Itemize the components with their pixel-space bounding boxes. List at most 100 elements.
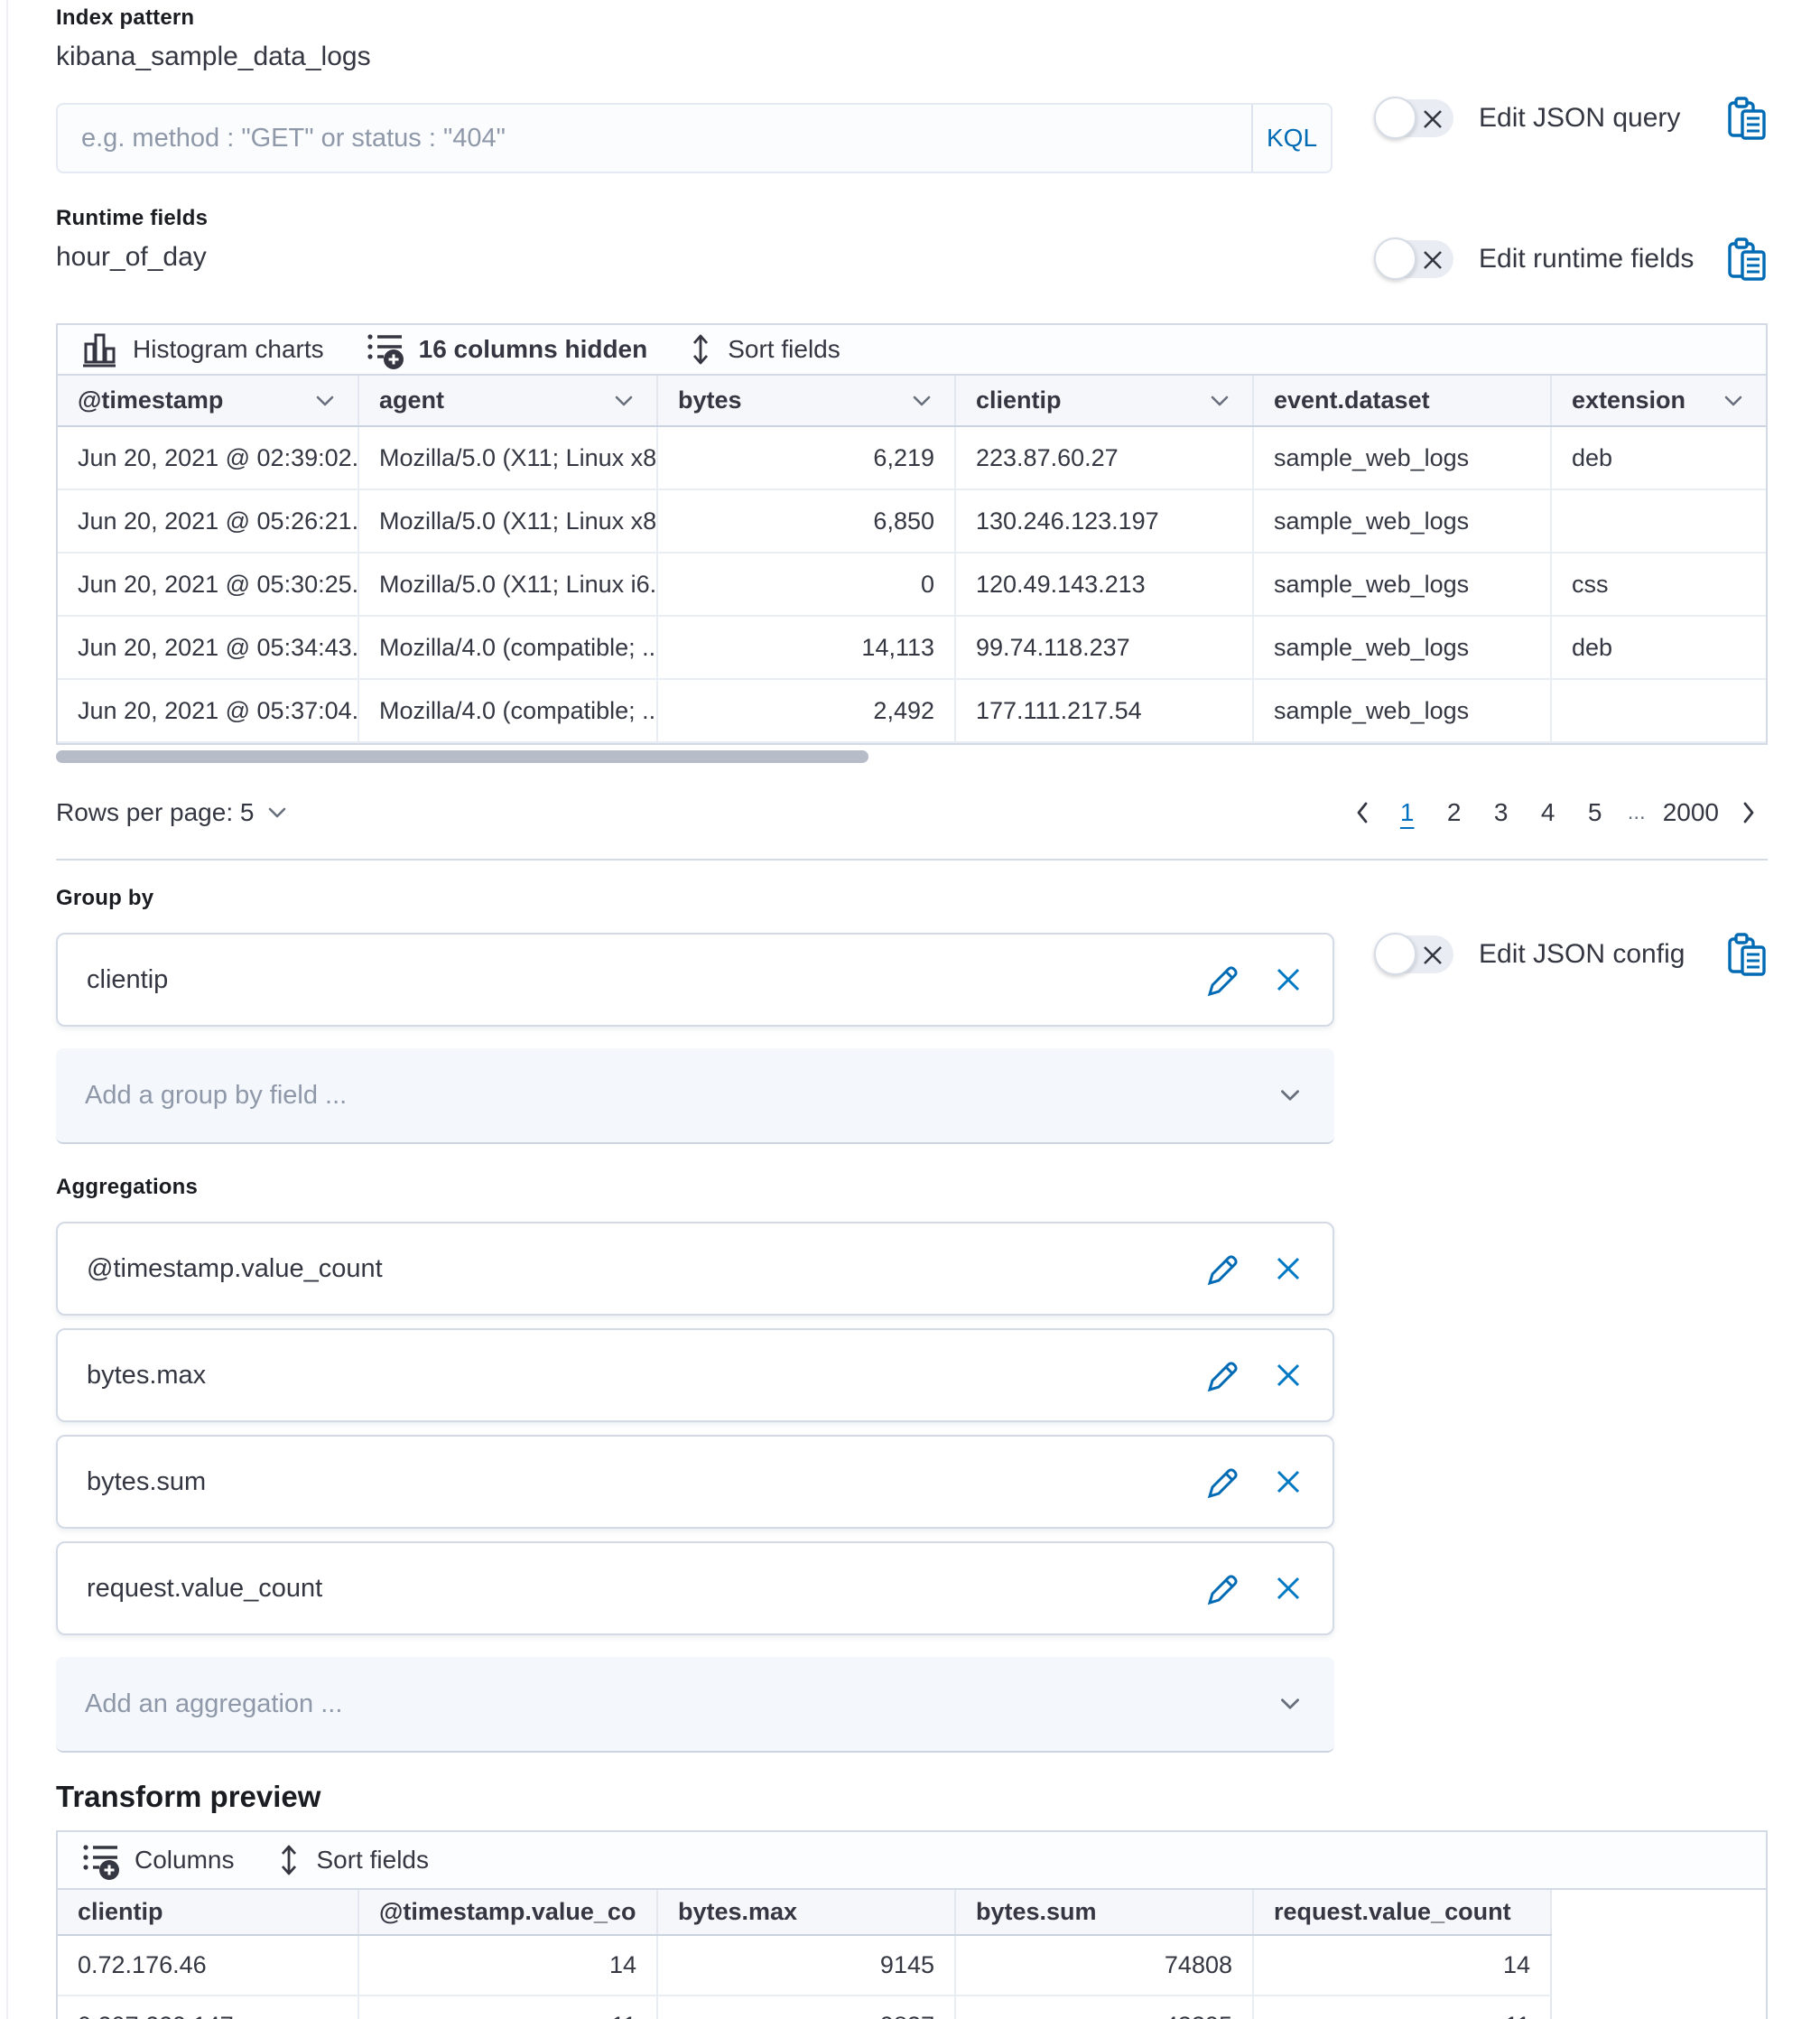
table-row[interactable]: 0.207.229.147119837 4339511 bbox=[58, 1996, 1551, 2019]
aggregation-item: bytes.max bbox=[56, 1328, 1334, 1422]
columns-hidden-button[interactable]: 16 columns hidden bbox=[364, 329, 648, 370]
table-row[interactable]: Jun 20, 2021 @ 05:30:25....Mozilla/5.0 (… bbox=[58, 553, 1766, 616]
edit-runtime-fields-toggle[interactable] bbox=[1376, 240, 1453, 278]
copy-to-clipboard-icon[interactable] bbox=[1727, 237, 1768, 282]
edit-pencil-icon[interactable] bbox=[1202, 962, 1239, 998]
table-row[interactable]: 0.72.176.46149145 7480814 bbox=[58, 1935, 1551, 1996]
table-row[interactable]: Jun 20, 2021 @ 05:37:04....Mozilla/4.0 (… bbox=[58, 679, 1766, 742]
query-search-input[interactable]: e.g. method : "GET" or status : "404" KQ… bbox=[56, 103, 1332, 173]
source-grid-pagination: Rows per page: 5 1 2 3 4 5 bbox=[56, 785, 1768, 841]
group-by-item: clientip bbox=[56, 933, 1334, 1027]
column-header[interactable]: bytes.max bbox=[657, 1890, 955, 1935]
preview-sort-fields-label: Sort fields bbox=[316, 1846, 429, 1875]
edit-pencil-icon[interactable] bbox=[1202, 1464, 1239, 1500]
aggregation-item-label: bytes.max bbox=[87, 1361, 206, 1391]
columns-icon bbox=[79, 1839, 121, 1881]
panel-edge bbox=[0, 0, 8, 2019]
chevron-down-icon bbox=[265, 800, 290, 825]
page-number[interactable]: 2000 bbox=[1658, 795, 1724, 831]
preview-table: clientip @timestamp.value_count bytes.ma… bbox=[58, 1890, 1552, 2019]
add-group-by-select[interactable]: Add a group by field ... bbox=[56, 1048, 1334, 1144]
column-header[interactable]: event.dataset bbox=[1253, 376, 1551, 426]
preview-columns-button[interactable]: Columns bbox=[79, 1839, 234, 1881]
column-header[interactable]: clientip bbox=[58, 1890, 358, 1935]
chevron-down-icon[interactable] bbox=[611, 388, 636, 414]
edit-json-query-row: Edit JSON query bbox=[1376, 87, 1768, 150]
next-page-button[interactable] bbox=[1730, 798, 1768, 827]
column-header[interactable]: request.value_count bbox=[1253, 1890, 1551, 1935]
delete-x-icon[interactable] bbox=[1273, 1253, 1304, 1284]
page-number[interactable]: 1 bbox=[1387, 795, 1428, 831]
column-header[interactable]: bytes bbox=[657, 376, 955, 426]
source-table-header-row: @timestamp agent bbox=[58, 376, 1766, 426]
column-header[interactable]: @timestamp.value_count bbox=[358, 1890, 657, 1935]
page-number[interactable]: 5 bbox=[1574, 795, 1616, 831]
rows-per-page-button[interactable]: Rows per page: 5 bbox=[56, 798, 290, 827]
toggle-off-x-icon bbox=[1420, 107, 1445, 132]
preview-sort-fields-button[interactable]: Sort fields bbox=[275, 1840, 429, 1880]
sort-icon bbox=[275, 1840, 302, 1880]
edit-pencil-icon[interactable] bbox=[1202, 1570, 1239, 1606]
horizontal-scrollbar[interactable] bbox=[56, 750, 1768, 763]
column-header[interactable]: clientip bbox=[955, 376, 1253, 426]
chevron-down-icon[interactable] bbox=[1721, 388, 1746, 414]
sort-fields-button[interactable]: Sort fields bbox=[687, 330, 840, 369]
histogram-charts-button[interactable]: Histogram charts bbox=[79, 329, 324, 370]
preview-table-body: 0.72.176.46149145 7480814 0.207.229.1471… bbox=[58, 1935, 1551, 2019]
delete-x-icon[interactable] bbox=[1273, 1466, 1304, 1497]
preview-data-grid: Columns Sort fields clientip bbox=[56, 1830, 1768, 2019]
table-row[interactable]: Jun 20, 2021 @ 05:34:43....Mozilla/4.0 (… bbox=[58, 616, 1766, 679]
preview-grid-toolbar: Columns Sort fields bbox=[58, 1832, 1766, 1890]
index-pattern-value: kibana_sample_data_logs bbox=[56, 42, 1768, 72]
group-by-label: Group by bbox=[56, 886, 1768, 911]
edit-pencil-icon[interactable] bbox=[1202, 1357, 1239, 1393]
page-number[interactable]: ... bbox=[1621, 796, 1652, 829]
scrollbar-thumb[interactable] bbox=[56, 750, 868, 763]
add-aggregation-select[interactable]: Add an aggregation ... bbox=[56, 1657, 1334, 1753]
toggle-knob bbox=[1374, 933, 1416, 975]
aggregations-label: Aggregations bbox=[56, 1175, 1768, 1200]
table-row[interactable]: Jun 20, 2021 @ 02:39:02....Mozilla/5.0 (… bbox=[58, 426, 1766, 489]
transform-preview-title: Transform preview bbox=[56, 1780, 1768, 1814]
rows-per-page-label: Rows per page: 5 bbox=[56, 798, 254, 827]
edit-pencil-icon[interactable] bbox=[1202, 1251, 1239, 1287]
columns-hidden-label: 16 columns hidden bbox=[419, 335, 648, 364]
toggle-off-x-icon bbox=[1420, 247, 1445, 273]
add-group-by-placeholder: Add a group by field ... bbox=[85, 1081, 347, 1111]
delete-x-icon[interactable] bbox=[1273, 964, 1304, 995]
copy-to-clipboard-icon[interactable] bbox=[1727, 96, 1768, 141]
aggregation-item-label: request.value_count bbox=[87, 1574, 322, 1604]
delete-x-icon[interactable] bbox=[1273, 1573, 1304, 1604]
table-row[interactable]: Jun 20, 2021 @ 05:26:21....Mozilla/5.0 (… bbox=[58, 489, 1766, 553]
aggregation-item-label: @timestamp.value_count bbox=[87, 1254, 383, 1284]
edit-json-config-row: Edit JSON config bbox=[1376, 923, 1768, 986]
column-header[interactable]: agent bbox=[358, 376, 657, 426]
chevron-down-icon bbox=[1275, 1690, 1305, 1717]
index-pattern-label: Index pattern bbox=[56, 0, 1768, 31]
column-header[interactable]: bytes.sum bbox=[955, 1890, 1253, 1935]
source-table: @timestamp agent bbox=[58, 376, 1766, 743]
edit-json-config-toggle[interactable] bbox=[1376, 935, 1453, 973]
page-number[interactable]: 2 bbox=[1434, 795, 1475, 831]
column-header[interactable]: extension bbox=[1551, 376, 1766, 426]
edit-json-query-toggle[interactable] bbox=[1376, 99, 1453, 137]
chevron-down-icon[interactable] bbox=[909, 388, 934, 414]
column-header[interactable]: @timestamp bbox=[58, 376, 358, 426]
page-number[interactable]: 4 bbox=[1528, 795, 1569, 831]
group-by-item-label: clientip bbox=[87, 965, 168, 995]
previous-page-button[interactable] bbox=[1343, 798, 1381, 827]
columns-icon bbox=[364, 329, 405, 370]
aggregation-item: request.value_count bbox=[56, 1541, 1334, 1635]
copy-to-clipboard-icon[interactable] bbox=[1727, 932, 1768, 977]
source-data-grid: Histogram charts 16 columns hidden Sort … bbox=[56, 323, 1768, 745]
chevron-down-icon[interactable] bbox=[1207, 388, 1232, 414]
edit-runtime-fields-label: Edit runtime fields bbox=[1479, 244, 1694, 274]
histogram-charts-label: Histogram charts bbox=[133, 335, 324, 364]
page-list: 1 2 3 4 5 ... 2000 bbox=[1343, 795, 1768, 831]
delete-x-icon[interactable] bbox=[1273, 1360, 1304, 1391]
kql-language-button[interactable]: KQL bbox=[1251, 105, 1331, 172]
edit-json-config-label: Edit JSON config bbox=[1479, 939, 1685, 970]
chevron-down-icon[interactable] bbox=[312, 388, 338, 414]
page-number[interactable]: 3 bbox=[1481, 795, 1522, 831]
sort-fields-label: Sort fields bbox=[728, 335, 840, 364]
